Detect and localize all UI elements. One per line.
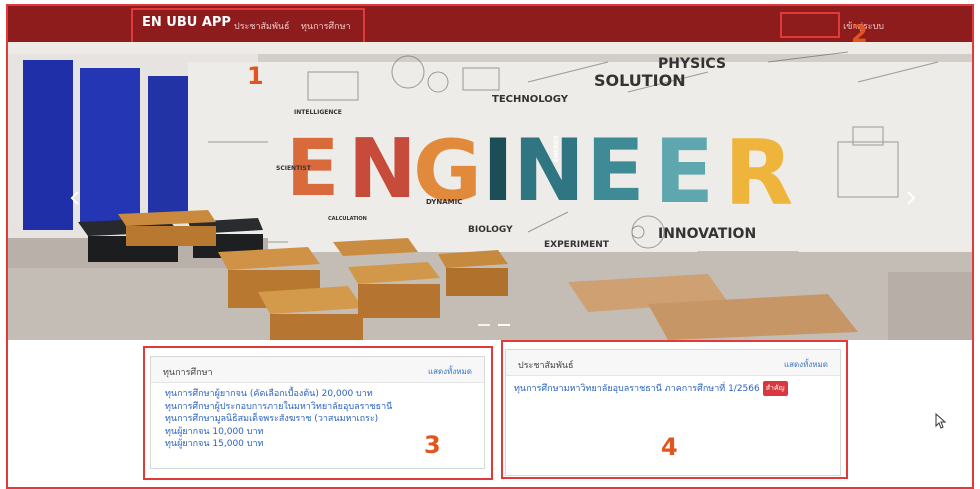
banner-word-calculation: CALCULATION (328, 216, 367, 222)
hero-carousel[interactable]: E N G I N E E R PHYSICS SOLUTION TECHNOL… (8, 42, 972, 340)
banner-word-dynamic: DYNAMIC (426, 198, 462, 206)
banner-word-solution: SOLUTION (594, 71, 686, 90)
banner-letter-N: N (348, 122, 417, 217)
annotation-box-1 (131, 8, 365, 46)
banner-word-intelligence: INTELLIGENCE (294, 109, 342, 116)
banner-letter-E2: E (586, 121, 645, 221)
banner-word-energy: ENERGY (553, 134, 560, 162)
banner-word-biology: BIOLOGY (468, 225, 513, 235)
banner-word-physics: PHYSICS (658, 56, 726, 72)
banner-letter-R: R (724, 121, 793, 226)
callout-number-2: 2 (851, 20, 868, 48)
mouse-cursor-icon (935, 413, 947, 429)
banner-letter-E3: E (654, 120, 714, 223)
annotation-box-2 (780, 12, 840, 38)
annotation-box-3 (143, 346, 493, 480)
callout-number-1: 1 (247, 62, 264, 90)
callout-number-4: 4 (661, 433, 678, 461)
callout-number-3: 3 (424, 431, 441, 459)
banner-letter-N2: N (513, 121, 585, 221)
banner-word-scientist: SCIENTIST (276, 165, 312, 172)
banner-letter-I: I (482, 121, 514, 221)
banner-word-innovation: INNOVATION (658, 226, 756, 242)
banner-word-technology: TECHNOLOGY (492, 94, 569, 105)
hero-banner-image: E N G I N E E R PHYSICS SOLUTION TECHNOL… (8, 42, 972, 340)
banner-word-experiment: EXPERIMENT (544, 240, 610, 250)
